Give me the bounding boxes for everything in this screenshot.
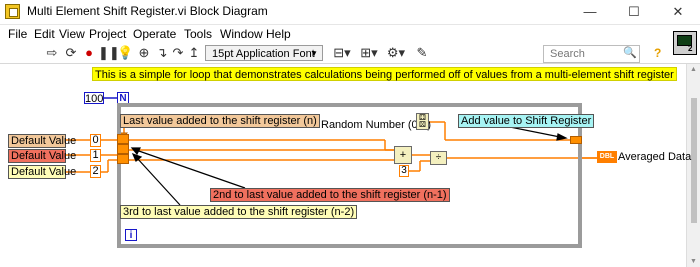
shift-register-right[interactable] — [570, 136, 582, 144]
index-constant-2[interactable]: 2 — [90, 165, 101, 178]
default-value-label-2: Default Value — [8, 149, 76, 163]
annotation-last-value: Last value added to the shift register (… — [120, 114, 320, 128]
annotation-third-last: 3rd to last value added to the shift reg… — [120, 205, 358, 219]
index-constant-0[interactable]: 0 — [90, 134, 101, 147]
annotation-second-last: 2nd to last value added to the shift reg… — [210, 188, 450, 202]
divide-node[interactable]: ÷ — [430, 151, 447, 165]
averaged-data-indicator[interactable]: DBL — [597, 151, 617, 163]
iteration-terminal[interactable]: i — [125, 229, 137, 241]
divisor-constant[interactable]: 3 — [399, 165, 409, 177]
diagram-comment: This is a simple for loop that demonstra… — [92, 67, 677, 81]
random-number-dice-icon[interactable]: ⚃ ⚄ — [416, 113, 429, 130]
compound-add-node[interactable]: + — [394, 146, 412, 164]
loop-count-wire — [104, 97, 118, 99]
shift-register-left-n-1[interactable] — [117, 144, 129, 154]
shift-register-left-n[interactable] — [117, 134, 129, 144]
shift-register-left-n-2[interactable] — [117, 154, 129, 164]
default-value-label-1: Default Value — [8, 134, 76, 148]
random-number-label: Random Number (0-1) — [321, 119, 432, 131]
annotation-add-value: Add value to Shift Register — [458, 114, 595, 128]
index-constant-1[interactable]: 1 — [90, 149, 101, 162]
averaged-data-label: Averaged Data — [618, 151, 692, 163]
default-value-label-3: Default Value — [8, 165, 76, 179]
loop-count-constant[interactable]: 100 — [84, 92, 104, 105]
